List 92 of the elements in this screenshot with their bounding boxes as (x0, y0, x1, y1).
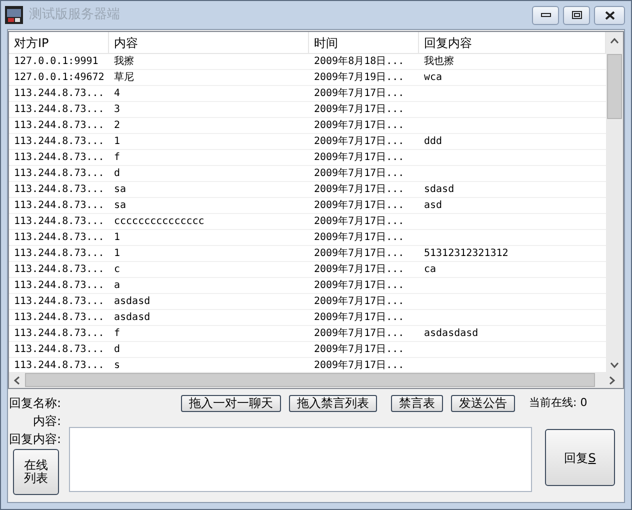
table-cell-text: 我也擦 (424, 54, 454, 69)
table-cell-text: sdasd (424, 183, 454, 197)
action-button[interactable]: 禁言表 (391, 394, 443, 412)
table-cell-text: asdasdasd (424, 327, 478, 341)
table-cell-text: 2009年7月17日... (314, 199, 404, 213)
table-cell-text: 1 (114, 231, 120, 245)
table-cell-text: 草尼 (114, 70, 134, 85)
horizontal-scrollbar[interactable] (9, 372, 623, 388)
table-cell-text: 113.244.8.73... (14, 87, 104, 101)
minimize-icon (540, 13, 550, 17)
table-cell-text: 2009年7月17日... (314, 231, 404, 245)
scrollbar-thumb[interactable] (25, 373, 595, 387)
table-cell-text: 2009年7月17日... (314, 359, 404, 372)
minimize-button[interactable] (532, 6, 559, 24)
table-cell-text: 113.244.8.73... (14, 343, 104, 357)
table-cell-text: 113.244.8.73... (14, 359, 104, 372)
table-cell-text: 3 (114, 103, 120, 117)
action-button[interactable]: 拖入禁言列表 (289, 394, 377, 412)
table-cell-text: f (114, 327, 120, 341)
table-cell-text: 51312312321312 (424, 247, 508, 261)
table-cell-text: 2009年7月17日... (314, 119, 404, 133)
reply-button[interactable]: 回复S (545, 429, 615, 486)
table-cell-text: d (114, 343, 120, 357)
table-cell-text: 113.244.8.73... (14, 263, 104, 277)
close-icon (604, 10, 614, 20)
scrollbar-thumb[interactable] (607, 54, 622, 119)
table-cell-text: 113.244.8.73... (14, 295, 104, 309)
reply-name-label: 回复名称: (9, 395, 62, 412)
table-cell-text: 113.244.8.73... (14, 119, 104, 133)
action-button[interactable]: 拖入一对一聊天 (181, 394, 281, 412)
table-cell-text: 113.244.8.73... (14, 183, 104, 197)
table-cell-text: 2009年7月17日... (314, 167, 404, 181)
table-cell-text: wca (424, 71, 442, 85)
table-cell-text: 2009年7月17日... (314, 327, 404, 341)
table-cell-text: 2009年7月17日... (314, 263, 404, 277)
table-cell-text: 113.244.8.73... (14, 199, 104, 213)
table-cell-text: d (114, 167, 120, 181)
table-cell-text: 1 (114, 135, 120, 149)
table-cell-text: 113.244.8.73... (14, 311, 104, 325)
table-cell-text: s (114, 359, 120, 372)
table-cell-text: 2009年7月17日... (314, 215, 404, 229)
table-cell-text: 2009年7月17日... (314, 151, 404, 165)
table-cell-text: 113.244.8.73... (14, 135, 104, 149)
table-cell-text: 1 (114, 247, 120, 261)
action-button[interactable]: 发送公告 (451, 394, 515, 412)
column-header[interactable]: 时间 (309, 32, 419, 53)
table-cell-text: 127.0.0.1:9991 (14, 55, 98, 69)
table-cell-text: sa (114, 183, 126, 197)
online-list-button[interactable]: 在线 列表 (13, 449, 59, 495)
table-cell-text: 113.244.8.73... (14, 215, 104, 229)
column-header[interactable]: 内容 (109, 32, 309, 53)
table-cell-text: asdasd (114, 295, 150, 309)
table-cell-text: ccccccccccccccc (114, 215, 204, 229)
table-cell-text: ddd (424, 135, 442, 149)
table-cell-text: 2 (114, 119, 120, 133)
table-cell-text: sa (114, 199, 126, 213)
vertical-scrollbar[interactable] (606, 32, 623, 372)
table-cell-text: asd (424, 199, 442, 213)
table-cell-text: 2009年7月17日... (314, 135, 404, 149)
table-cell-text: 127.0.0.1:49672 (14, 71, 104, 85)
app-icon (5, 6, 23, 24)
table-cell-text: c (114, 263, 120, 277)
table-cell-text: 113.244.8.73... (14, 103, 104, 117)
online-count: 当前在线: 0 (529, 394, 588, 411)
table-cell-text: 2009年7月19日... (314, 71, 404, 85)
table-cell-text: 我擦 (114, 54, 134, 69)
table-cell-text: 2009年8月18日... (314, 55, 404, 69)
table-cell-text: 113.244.8.73... (14, 247, 104, 261)
close-button[interactable] (594, 6, 625, 24)
table-cell-text: 2009年7月17日... (314, 87, 404, 101)
maximize-button[interactable] (563, 6, 590, 24)
table-cell-text: 113.244.8.73... (14, 231, 104, 245)
maximize-icon (572, 11, 582, 19)
table-cell-text: 113.244.8.73... (14, 151, 104, 165)
table-cell-text: 2009年7月17日... (314, 311, 404, 325)
table-cell-text: 113.244.8.73... (14, 279, 104, 293)
table-cell-text: ca (424, 263, 436, 277)
table-cell-text: 113.244.8.73... (14, 167, 104, 181)
table-cell-text: 2009年7月17日... (314, 279, 404, 293)
reply-content-label: 回复内容: (9, 431, 62, 448)
table-cell-text: 2009年7月17日... (314, 103, 404, 117)
table-cell-text: a (114, 279, 120, 293)
table-cell-text: asdasd (114, 311, 150, 325)
table-cell-text: f (114, 151, 120, 165)
table-cell-text: 2009年7月17日... (314, 343, 404, 357)
table-cell-text: 4 (114, 87, 120, 101)
table-cell-text: 2009年7月17日... (314, 183, 404, 197)
content-label: 内容: (33, 413, 62, 430)
table-cell-text: 2009年7月17日... (314, 295, 404, 309)
column-header[interactable]: 对方IP (9, 32, 109, 53)
table-cell-text: 113.244.8.73... (14, 327, 104, 341)
table-cell-text: 2009年7月17日... (314, 247, 404, 261)
